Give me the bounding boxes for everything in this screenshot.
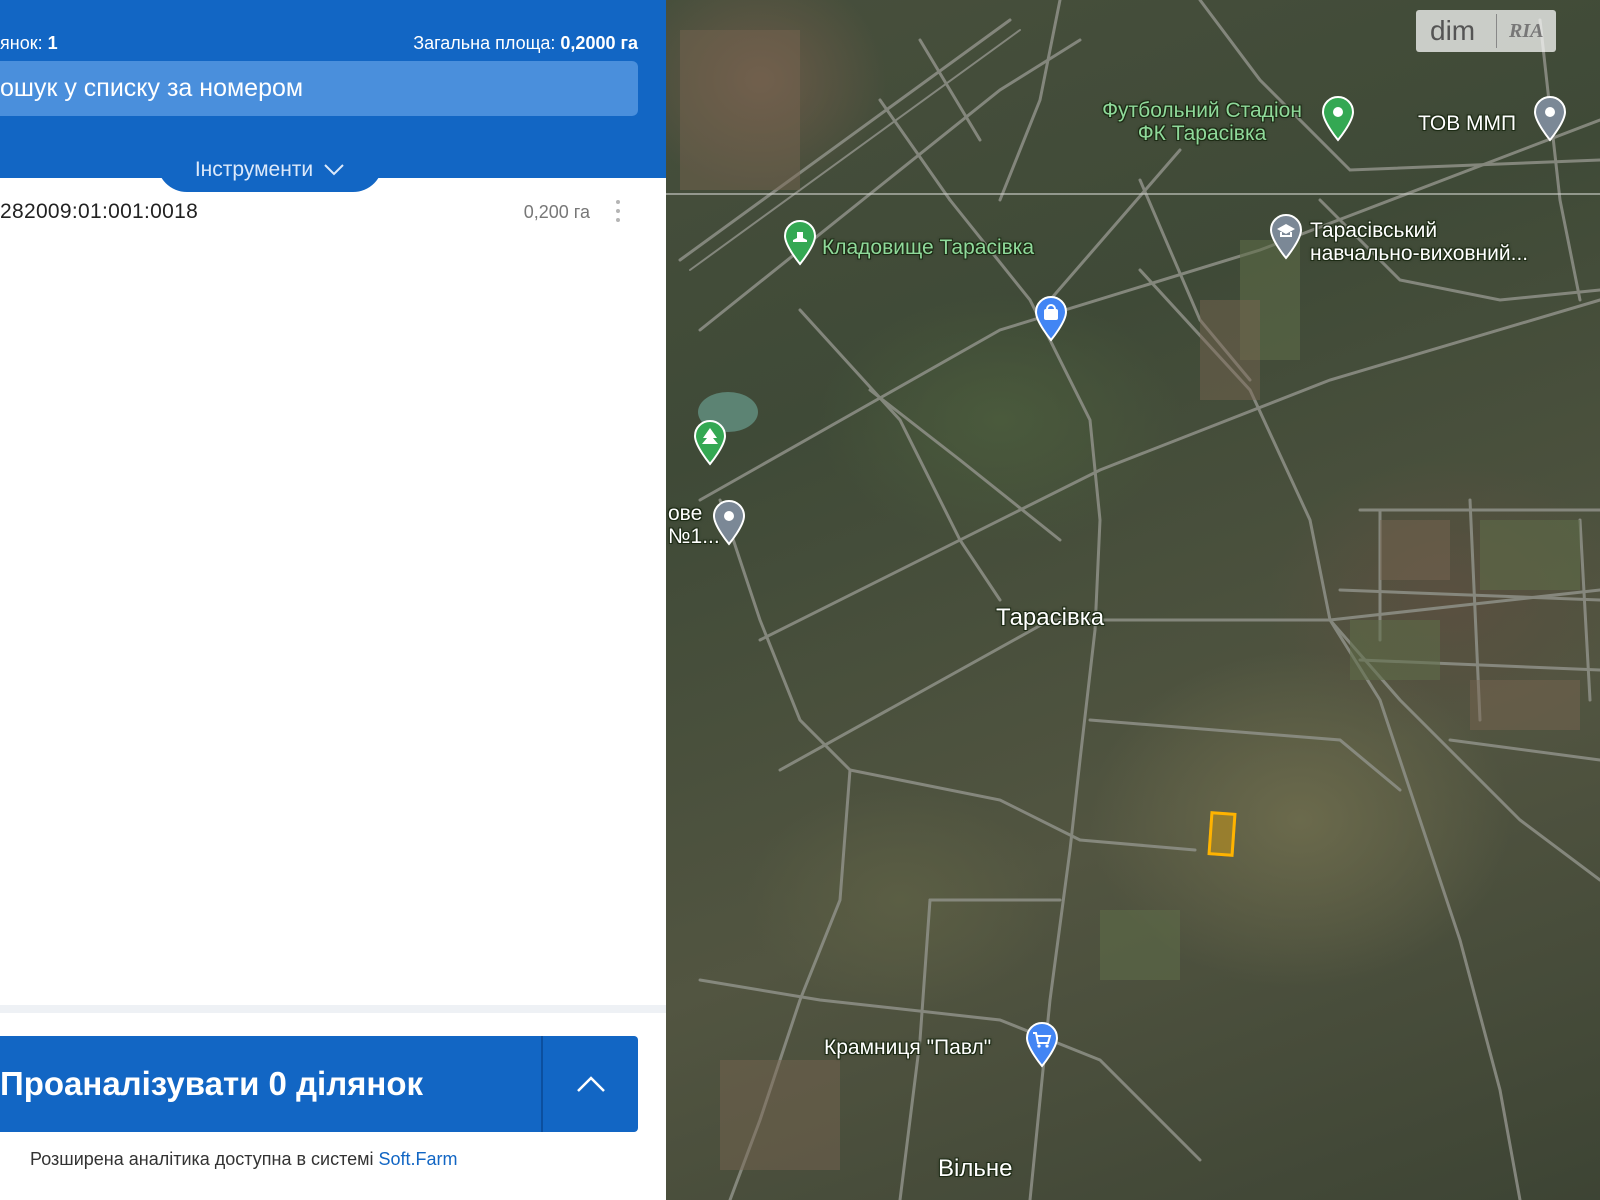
tools-toggle[interactable]: Інструменти bbox=[157, 148, 383, 192]
expand-button[interactable] bbox=[543, 1036, 638, 1132]
search-box[interactable] bbox=[0, 61, 638, 116]
school-pin-icon[interactable] bbox=[1268, 214, 1304, 260]
school-label-line2: навчально-виховний... bbox=[1310, 242, 1529, 265]
parcels-panel: янок: 1 Загальна площа: 0,2000 га Інстру… bbox=[0, 0, 666, 1200]
total-area-label: Загальна площа: bbox=[413, 33, 561, 53]
parcel-count: янок: 1 bbox=[0, 33, 58, 54]
stadium-label-line1: Футбольний Стадіон bbox=[1102, 99, 1302, 122]
village2-label: Вільне bbox=[938, 1155, 1013, 1182]
stadium-label[interactable]: Футбольний Стадіон ФК Тарасівка bbox=[1082, 99, 1322, 145]
school-label-line1: Тарасівський bbox=[1310, 219, 1438, 242]
panel-divider bbox=[0, 1005, 666, 1013]
search-input[interactable] bbox=[0, 61, 610, 116]
footer-note: Розширена аналітика доступна в системі S… bbox=[30, 1149, 458, 1170]
total-area: Загальна площа: 0,2000 га bbox=[413, 33, 638, 54]
company-label[interactable]: ТОВ ММП bbox=[1418, 112, 1516, 135]
selected-parcel-outline[interactable] bbox=[1207, 811, 1237, 857]
total-area-value: 0,2000 га bbox=[560, 33, 638, 53]
school-label[interactable]: Тарасівський навчально-виховний... bbox=[1310, 219, 1528, 265]
partial-place-line1: ове bbox=[668, 502, 703, 525]
shopping-pin-icon[interactable] bbox=[1033, 296, 1069, 342]
cemetery-pin-icon[interactable] bbox=[782, 220, 818, 266]
parcel-row[interactable]: 282009:01:001:0018 0,200 га bbox=[0, 196, 666, 230]
footer-text: Розширена аналітика доступна в системі bbox=[30, 1149, 379, 1169]
stadium-label-line2: ФК Тарасівка bbox=[1137, 122, 1267, 145]
parcel-count-label: янок: bbox=[0, 33, 48, 53]
softfarm-link[interactable]: Soft.Farm bbox=[379, 1149, 458, 1169]
parcel-area: 0,200 га bbox=[523, 202, 590, 222]
park-pin-icon[interactable] bbox=[692, 420, 728, 466]
cart-pin-icon[interactable] bbox=[1024, 1022, 1060, 1068]
watermark-ria: RIA bbox=[1509, 19, 1544, 42]
village-label: Тарасівка bbox=[996, 604, 1105, 631]
stadium-pin-icon[interactable] bbox=[1320, 96, 1356, 142]
watermark-dim: dim bbox=[1430, 15, 1476, 46]
more-options-icon[interactable] bbox=[608, 196, 628, 226]
dimria-watermark: dim RIA bbox=[1416, 10, 1556, 52]
partial-place-label[interactable]: ове №1... bbox=[668, 502, 720, 548]
partial-place-line2: №1... bbox=[668, 525, 720, 548]
location-pin-icon[interactable] bbox=[1532, 96, 1568, 142]
parcel-count-value: 1 bbox=[47, 33, 58, 53]
tools-label: Інструменти bbox=[194, 158, 314, 181]
parcel-cadastral-number: 282009:01:001:0018 bbox=[0, 200, 199, 223]
cemetery-label[interactable]: Кладовище Тарасівка bbox=[822, 236, 1034, 259]
chevron-up-icon bbox=[576, 1076, 605, 1092]
analyze-parcels-button[interactable]: Проаналізувати 0 ділянок bbox=[0, 1036, 542, 1132]
chevron-down-icon bbox=[324, 164, 344, 176]
shop-label[interactable]: Крамниця "Павл" bbox=[824, 1036, 991, 1059]
